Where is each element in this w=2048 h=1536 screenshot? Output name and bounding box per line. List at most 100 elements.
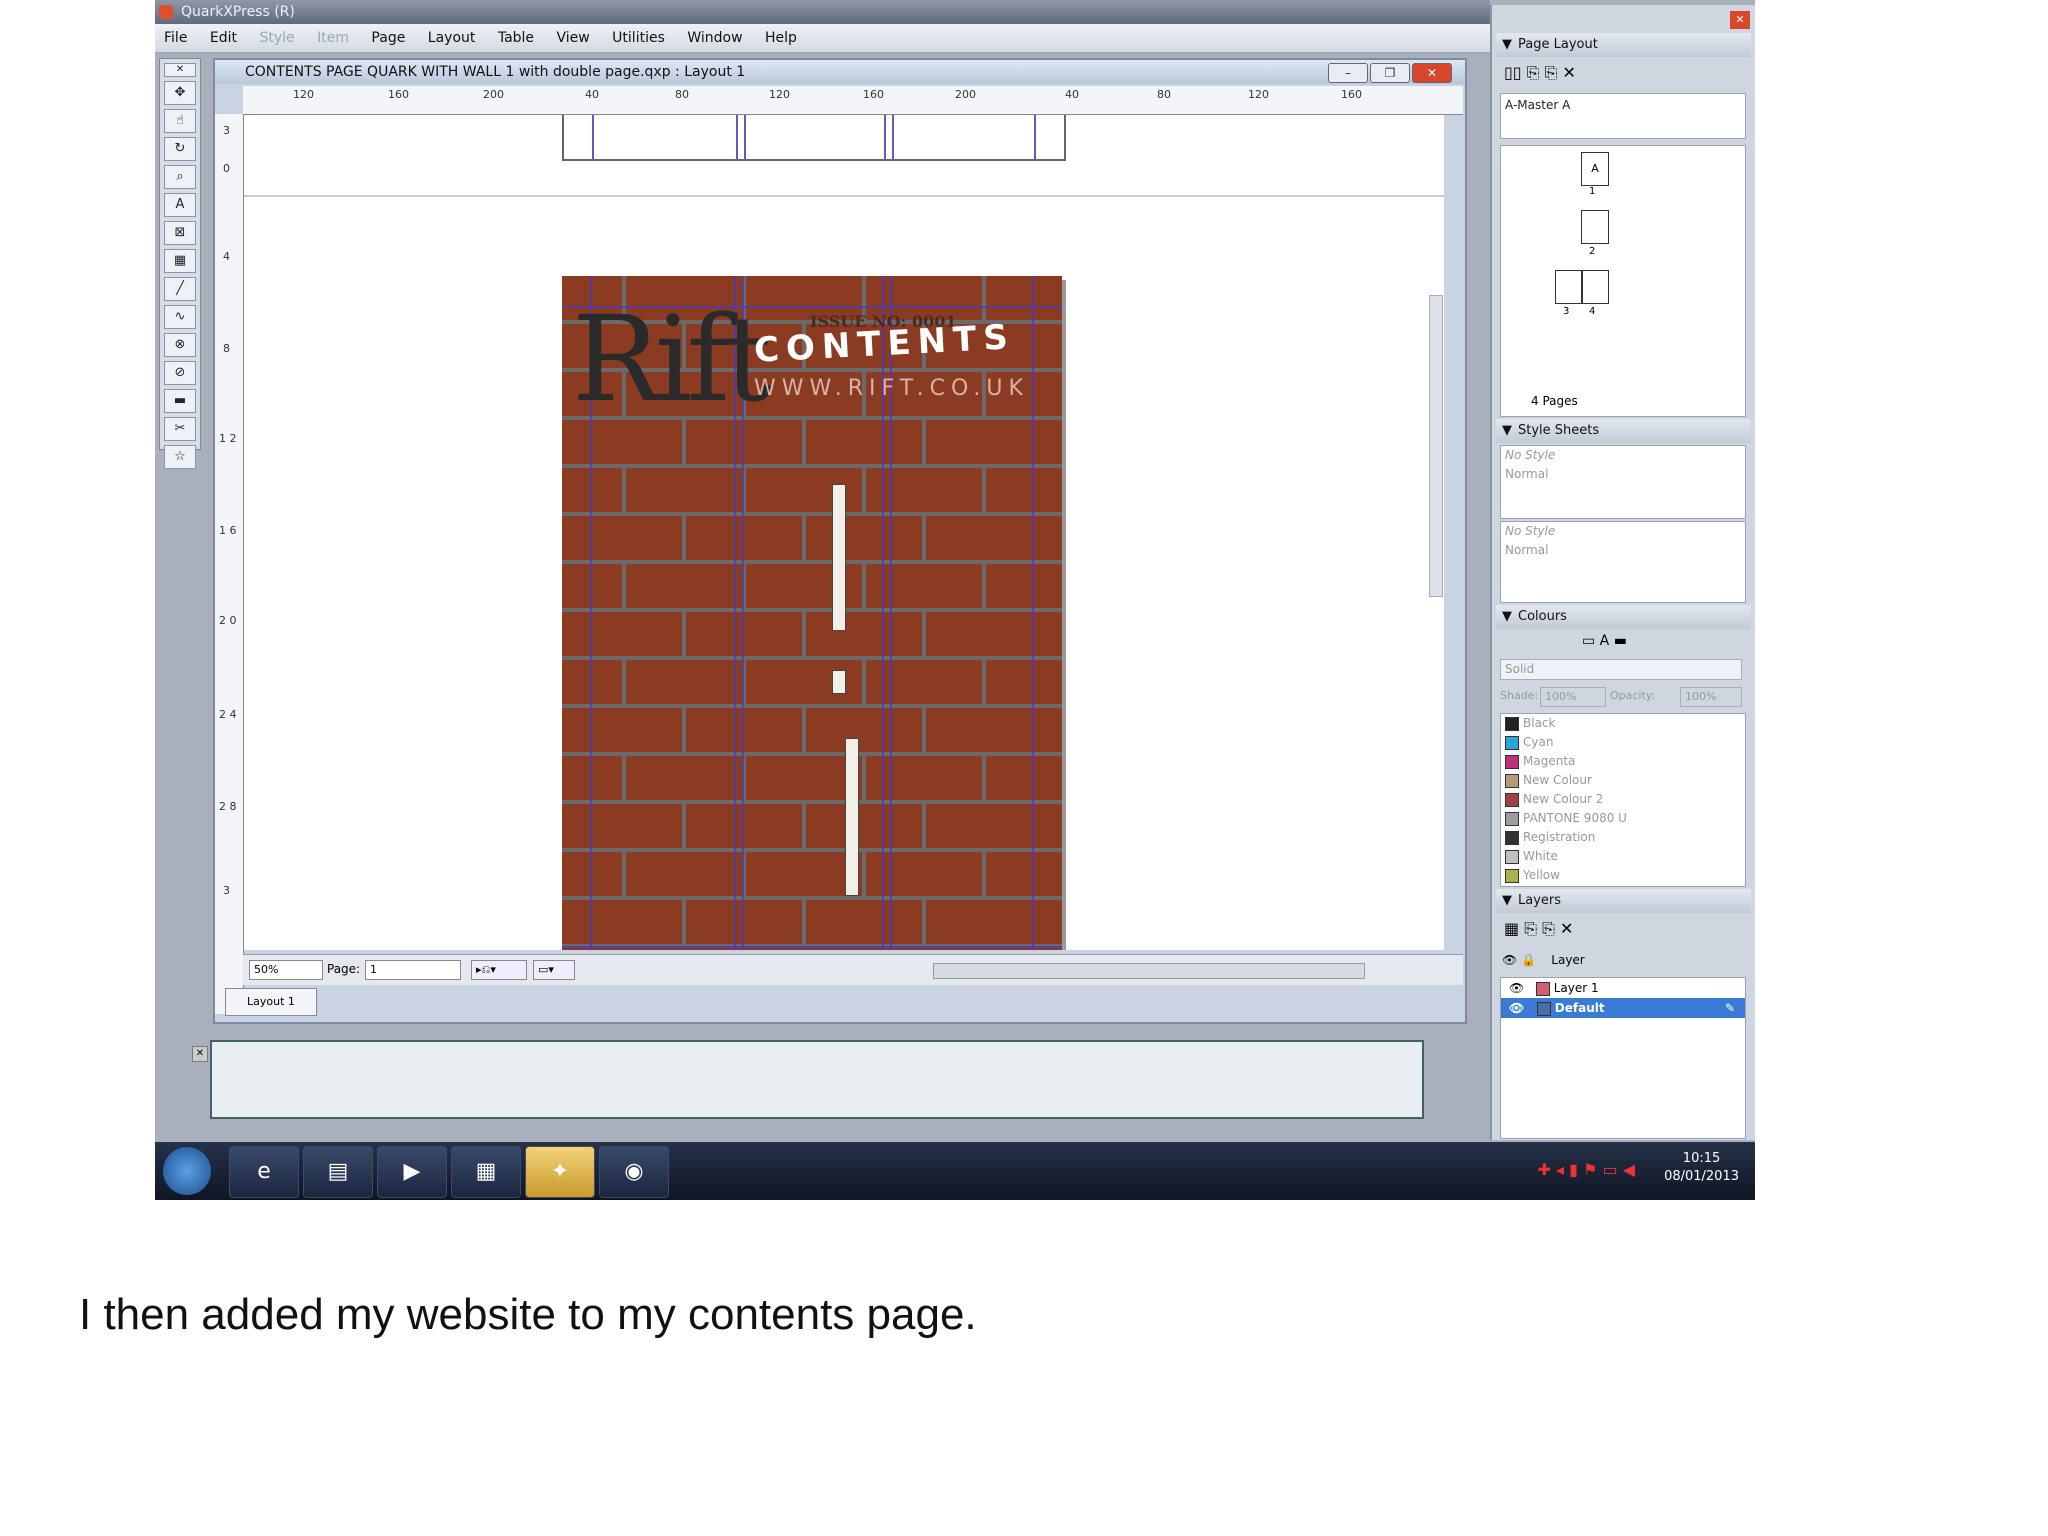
zoom-field[interactable]: 50% [249, 960, 323, 980]
menu-utilities[interactable]: Utilities [603, 24, 674, 52]
colour-item[interactable]: New Colour 2 [1501, 790, 1745, 809]
taskbar-clock[interactable]: 10:15 08/01/2013 [1664, 1150, 1739, 1186]
rotate-tool-icon[interactable]: ↻ [164, 137, 196, 161]
paragraph-styles-list[interactable]: No Style Normal [1500, 445, 1746, 519]
page-thumb[interactable] [1581, 210, 1609, 244]
colour-name: White [1523, 849, 1558, 863]
paragraph-style-item[interactable]: Normal [1501, 465, 1745, 484]
browser-icon[interactable]: ◉ [599, 1146, 669, 1198]
page-field[interactable]: 1 [365, 960, 461, 980]
item-tool-icon[interactable]: ✥ [164, 81, 196, 105]
comment-tool-icon[interactable]: ▬ [164, 389, 196, 413]
layers-toolbar[interactable]: ▦ ⎘ ⎘ ✕ [1504, 919, 1573, 939]
close-icon[interactable]: ✕ [1730, 11, 1750, 29]
page-layout-toolbar[interactable]: ▯▯ ⎘ ⎘ ✕ [1504, 63, 1576, 83]
colour-item[interactable]: New Colour [1501, 771, 1745, 790]
colour-item[interactable]: Yellow [1501, 866, 1745, 885]
scissors-tool-icon[interactable]: ✂ [164, 417, 196, 441]
website-text[interactable]: WWW.RIFT.CO.UK [754, 376, 1029, 401]
pasteboard[interactable]: Rift ISSUE NO: 0001 CONTENTS WWW.RIFT.CO… [244, 115, 1444, 950]
layers-list[interactable]: 👁 Layer 1 👁 Default ✎ [1500, 977, 1746, 1139]
colour-item[interactable]: White [1501, 847, 1745, 866]
pages-area[interactable]: A 1 2 3 4 4 Pages [1500, 145, 1746, 417]
menu-help[interactable]: Help [756, 24, 806, 52]
shade-label: Shade: [1500, 689, 1539, 702]
system-tray-icons[interactable]: ✚ ◂ ▮ ⚑ ▭ ◀ [1538, 1160, 1635, 1179]
menu-window[interactable]: Window [678, 24, 751, 52]
text-path-tool-icon[interactable]: ∿ [164, 305, 196, 329]
character-style-item[interactable]: No Style [1501, 522, 1745, 541]
fill-type-select[interactable]: Solid [1500, 659, 1742, 680]
colour-target-icons[interactable]: ▭ A ▬ [1582, 633, 1627, 649]
menu-page[interactable]: Page [362, 24, 414, 52]
master-page-item[interactable]: A-Master A [1501, 94, 1745, 116]
unlinking-tool-icon[interactable]: ⊘ [164, 361, 196, 385]
opacity-field[interactable]: 100% [1680, 687, 1742, 707]
master-pages-list[interactable]: A-Master A [1500, 93, 1746, 139]
style-sheets-header[interactable]: ▼ Style Sheets [1496, 419, 1751, 443]
view-mode-icon[interactable]: ▭▾ [533, 960, 575, 980]
picture-box-tool-icon[interactable]: ⊠ [164, 221, 196, 245]
media-player-icon[interactable]: ▶ [377, 1146, 447, 1198]
close-icon[interactable]: ✕ [192, 1046, 208, 1062]
ruler-label: 2 0 [219, 614, 237, 627]
content-tool-icon[interactable]: ☝ [164, 109, 196, 133]
close-icon[interactable]: ✕ [1412, 63, 1452, 83]
page-thumb[interactable]: A [1581, 152, 1609, 186]
vertical-scrollbar[interactable] [1429, 295, 1443, 597]
menu-item[interactable]: Item [308, 24, 358, 52]
colour-item[interactable]: Black [1501, 714, 1745, 733]
layer-row-selected[interactable]: 👁 Default ✎ [1501, 998, 1745, 1018]
file-explorer-icon[interactable]: ▤ [303, 1146, 373, 1198]
colour-item[interactable]: Magenta [1501, 752, 1745, 771]
linking-tool-icon[interactable]: ⊗ [164, 333, 196, 357]
paragraph-style-item[interactable]: No Style [1501, 446, 1745, 465]
page-navigation-icon[interactable]: ▸⎌▾ [471, 960, 527, 980]
menu-view[interactable]: View [547, 24, 598, 52]
colour-swatch [1505, 849, 1519, 864]
text-box[interactable] [832, 484, 846, 631]
colours-list[interactable]: Black Cyan Magenta New Colour New Colour… [1500, 713, 1746, 887]
rift-logo[interactable]: Rift [572, 300, 772, 418]
colours-header[interactable]: ▼ Colours [1496, 605, 1751, 629]
text-box[interactable] [832, 670, 846, 694]
page-layout-header[interactable]: ▼ Page Layout [1496, 33, 1751, 57]
eye-icon[interactable]: 👁 [1509, 981, 1524, 995]
colour-item[interactable]: Cyan [1501, 733, 1745, 752]
previous-page[interactable] [562, 115, 1066, 161]
colour-item[interactable]: PANTONE 9080 U [1501, 809, 1745, 828]
character-style-item[interactable]: Normal [1501, 541, 1745, 560]
powerpoint-icon[interactable]: ▦ [451, 1146, 521, 1198]
opacity-label: Opacity: [1610, 689, 1656, 702]
layout-tab[interactable]: Layout 1 [225, 988, 317, 1016]
horizontal-scrollbar[interactable] [933, 963, 1365, 979]
star-tool-icon[interactable]: ☆ [164, 445, 196, 469]
menu-layout[interactable]: Layout [419, 24, 485, 52]
menu-edit[interactable]: Edit [201, 24, 246, 52]
layer-row[interactable]: 👁 Layer 1 [1501, 978, 1745, 998]
table-tool-icon[interactable]: ▦ [164, 249, 196, 273]
menu-table[interactable]: Table [489, 24, 543, 52]
restore-icon[interactable]: ❐ [1370, 63, 1410, 83]
document-titlebar: CONTENTS PAGE QUARK WITH WALL 1 with dou… [215, 60, 1465, 84]
text-box[interactable] [845, 738, 859, 896]
line-tool-icon[interactable]: ╱ [164, 277, 196, 301]
minimize-icon[interactable]: – [1328, 63, 1368, 83]
layers-header[interactable]: ▼ Layers [1496, 889, 1751, 913]
menu-style[interactable]: Style [250, 24, 303, 52]
character-styles-list[interactable]: No Style Normal [1500, 521, 1746, 603]
measurements-palette[interactable]: ✕ [192, 1040, 1424, 1119]
colour-item[interactable]: Registration [1501, 828, 1745, 847]
shade-field[interactable]: 100% [1540, 687, 1606, 707]
close-icon[interactable]: ✕ [164, 63, 196, 77]
start-button[interactable] [163, 1147, 211, 1195]
page-thumb[interactable] [1581, 270, 1609, 304]
quarkxpress-taskbar-icon[interactable]: ✦ [525, 1146, 595, 1198]
page-thumb[interactable] [1555, 270, 1583, 304]
internet-explorer-icon[interactable]: e [229, 1146, 299, 1198]
contents-page[interactable]: Rift ISSUE NO: 0001 CONTENTS WWW.RIFT.CO… [562, 276, 1062, 950]
zoom-tool-icon[interactable]: ⌕ [164, 165, 196, 189]
text-box-tool-icon[interactable]: A [164, 193, 196, 217]
eye-icon[interactable]: 👁 [1509, 1001, 1524, 1015]
menu-file[interactable]: File [155, 24, 196, 52]
